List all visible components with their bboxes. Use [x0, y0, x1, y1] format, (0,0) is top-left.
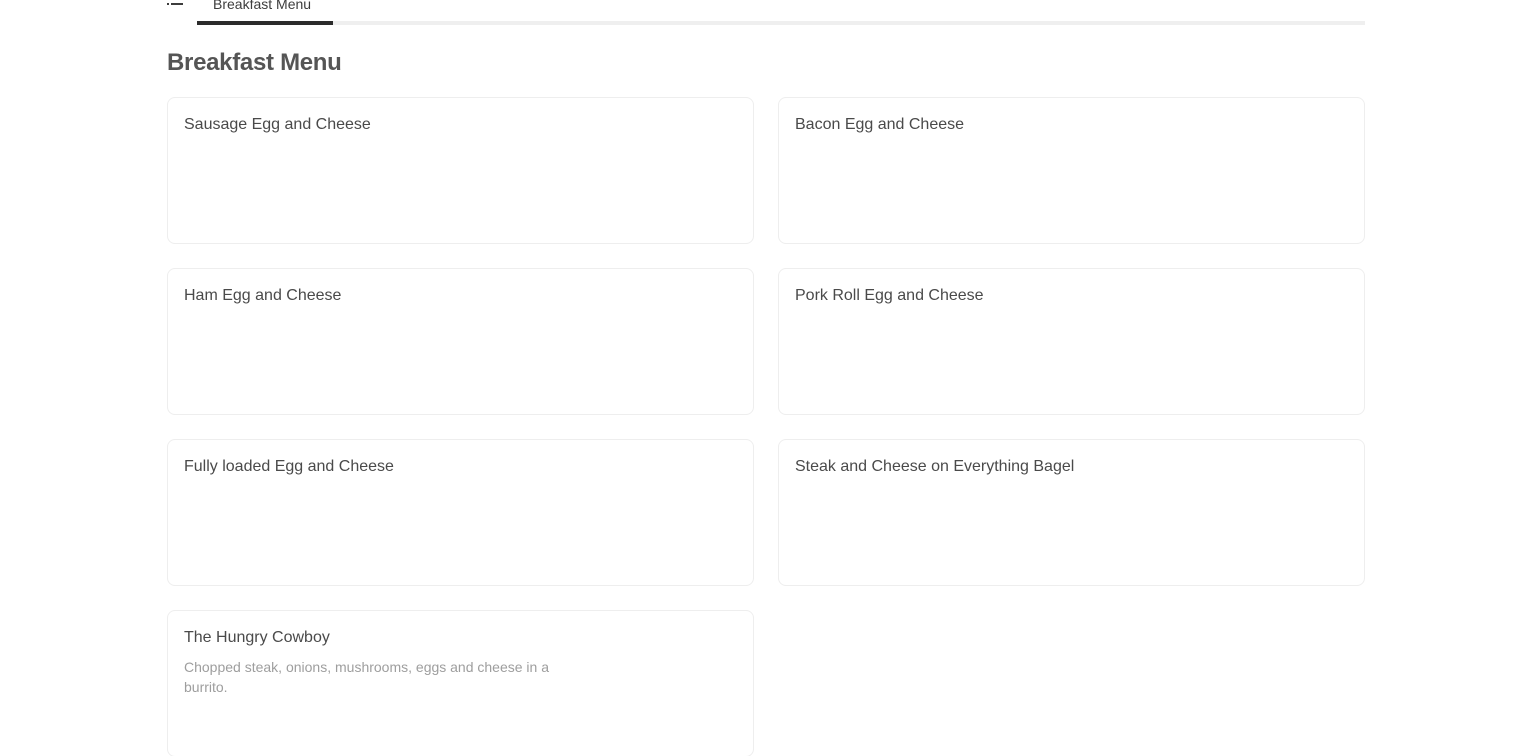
menu-item-card[interactable]: Pork Roll Egg and Cheese	[778, 268, 1365, 415]
menu-item-name: Fully loaded Egg and Cheese	[184, 458, 394, 475]
tab-breakfast-menu[interactable]: Breakfast Menu	[197, 0, 333, 25]
menu-item-card[interactable]: Ham Egg and Cheese	[167, 268, 754, 415]
menu-item-name: Bacon Egg and Cheese	[795, 116, 965, 133]
tab-active-indicator	[197, 21, 333, 25]
menu-item-card[interactable]: Bacon Egg and Cheese	[778, 97, 1365, 244]
menu-item-name: Steak and Cheese on Everything Bagel	[795, 458, 1075, 475]
menu-item-card[interactable]: Sausage Egg and Cheese	[167, 97, 754, 244]
page: Breakfast Menu Breakfast Menu Sausage Eg…	[0, 0, 1530, 756]
menu-items-grid: Sausage Egg and Cheese Bacon Egg and Che…	[167, 97, 1365, 756]
menu-item-name: Sausage Egg and Cheese	[184, 116, 371, 133]
menu-item-card[interactable]: Fully loaded Egg and Cheese	[167, 439, 754, 586]
tab-label: Breakfast Menu	[213, 0, 312, 12]
tab-track	[197, 21, 1365, 25]
menu-item-description: Chopped steak, onions, mushrooms, eggs a…	[184, 659, 550, 695]
list-menu-icon[interactable]	[167, 0, 183, 6]
menu-item-name: The Hungry Cowboy	[184, 629, 330, 646]
menu-item-card[interactable]: The Hungry Cowboy Chopped steak, onions,…	[167, 610, 754, 756]
menu-item-name: Ham Egg and Cheese	[184, 287, 342, 304]
menu-item-name: Pork Roll Egg and Cheese	[795, 287, 984, 304]
category-nav: Breakfast Menu	[167, 0, 1365, 25]
section-title: Breakfast Menu	[167, 49, 342, 76]
menu-item-card[interactable]: Steak and Cheese on Everything Bagel	[778, 439, 1365, 586]
